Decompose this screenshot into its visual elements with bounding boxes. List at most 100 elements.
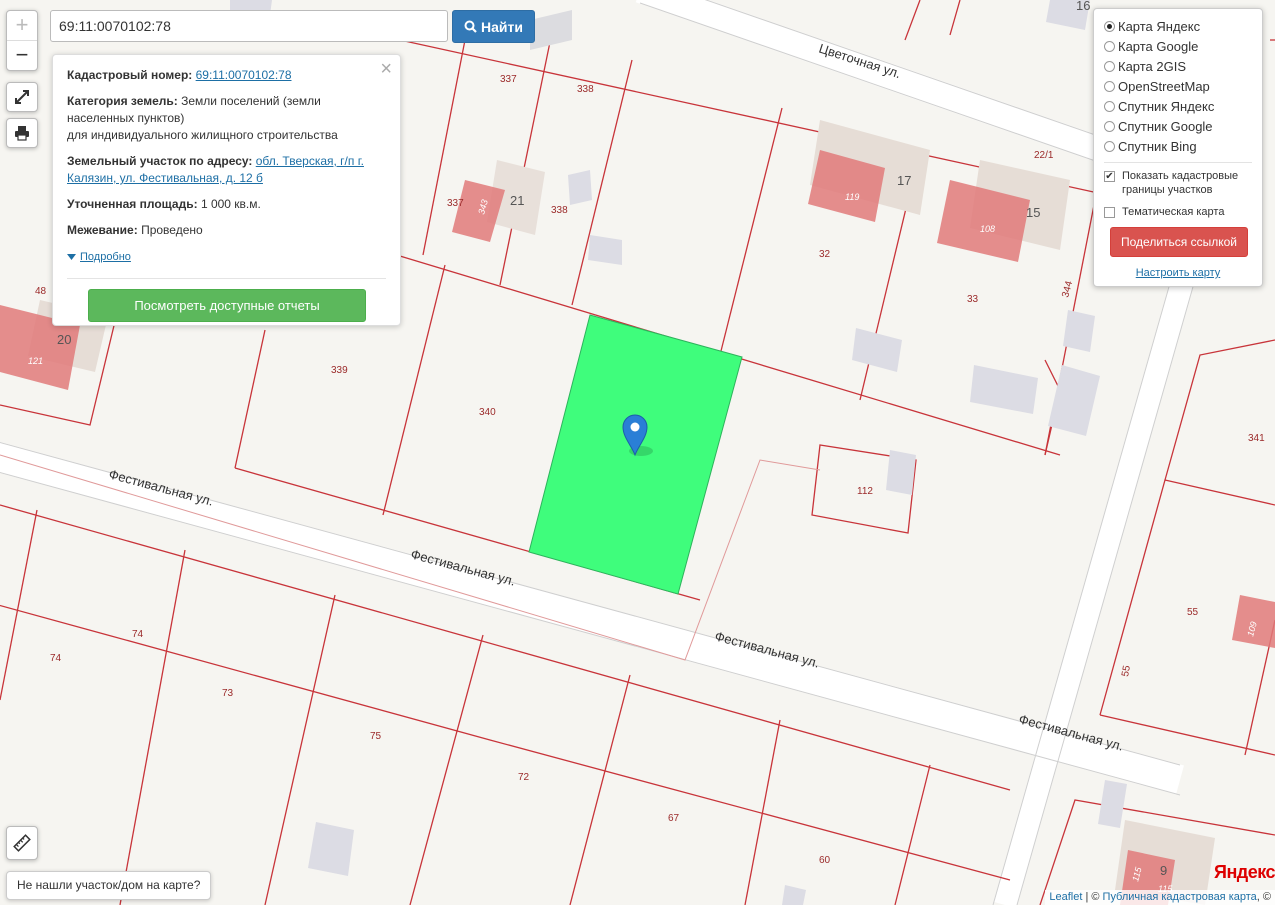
layer-option-label: Карта 2GIS bbox=[1118, 58, 1187, 74]
configure-map-link[interactable]: Настроить карту bbox=[1104, 267, 1252, 279]
land-category-label: Категория земель: bbox=[67, 94, 178, 108]
thematic-map-checkbox[interactable]: Тематическая карта bbox=[1104, 205, 1252, 219]
layer-option-google-satellite[interactable]: Спутник Google bbox=[1104, 116, 1252, 136]
area-row: Уточненная площадь: 1 000 кв.м. bbox=[67, 196, 386, 213]
svg-text:32: 32 bbox=[819, 249, 831, 260]
svg-text:344: 344 bbox=[1060, 279, 1075, 298]
layer-option-label: Спутник Bing bbox=[1118, 138, 1197, 154]
svg-text:340: 340 bbox=[479, 407, 496, 418]
layers-panel: Карта Яндекс Карта Google Карта 2GIS Ope… bbox=[1093, 8, 1263, 287]
svg-text:121: 121 bbox=[28, 356, 43, 366]
svg-text:112: 112 bbox=[857, 486, 873, 497]
layer-option-label: Спутник Google bbox=[1118, 118, 1213, 134]
land-category-row: Категория земель: Земли поселений (земли… bbox=[67, 93, 386, 144]
fullscreen-icon bbox=[15, 90, 29, 104]
fullscreen-button[interactable] bbox=[6, 82, 38, 112]
divider bbox=[1104, 162, 1252, 163]
layer-option-bing-satellite[interactable]: Спутник Bing bbox=[1104, 136, 1252, 156]
radio-button[interactable] bbox=[1104, 120, 1115, 132]
svg-text:75: 75 bbox=[370, 731, 382, 742]
show-borders-checkbox[interactable]: ✔ Показать кадастровые границы участков bbox=[1104, 169, 1252, 197]
svg-text:55: 55 bbox=[1120, 664, 1133, 677]
view-reports-button[interactable]: Посмотреть доступные отчеты bbox=[88, 288, 366, 322]
svg-text:341: 341 bbox=[1248, 433, 1265, 444]
svg-text:74: 74 bbox=[132, 629, 144, 640]
close-icon[interactable]: × bbox=[380, 59, 392, 79]
parcel-info-panel: × Кадастровый номер: 69:11:0070102:78 Ка… bbox=[52, 54, 401, 326]
layer-option-label: OpenStreetMap bbox=[1118, 78, 1210, 94]
svg-text:338: 338 bbox=[551, 205, 568, 216]
address-label: Земельный участок по адресу: bbox=[67, 154, 253, 168]
yandex-logo: Яндекс bbox=[1214, 862, 1275, 882]
area-value: 1 000 кв.м. bbox=[200, 197, 261, 211]
zoom-out-button[interactable]: − bbox=[7, 40, 37, 70]
search-button-label: Найти bbox=[481, 18, 523, 35]
pkk-link[interactable]: Публичная кадастровая карта bbox=[1103, 891, 1257, 903]
radio-button[interactable] bbox=[1104, 100, 1115, 112]
layer-option-2gis-map[interactable]: Карта 2GIS bbox=[1104, 56, 1252, 76]
svg-text:48: 48 bbox=[35, 286, 47, 297]
search-input[interactable] bbox=[50, 10, 448, 42]
checkbox-icon[interactable] bbox=[1104, 207, 1115, 218]
zoom-control: + − bbox=[6, 10, 38, 71]
svg-text:339: 339 bbox=[331, 365, 348, 376]
layer-option-google-map[interactable]: Карта Google bbox=[1104, 36, 1252, 56]
divider bbox=[67, 277, 386, 279]
layer-option-yandex-map[interactable]: Карта Яндекс bbox=[1104, 16, 1252, 36]
cadastral-number-label: Кадастровый номер: bbox=[67, 68, 193, 82]
attribution-suffix: , © bbox=[1256, 891, 1271, 903]
ruler-button[interactable] bbox=[6, 826, 38, 860]
svg-text:67: 67 bbox=[668, 813, 680, 824]
leaflet-link[interactable]: Leaflet bbox=[1049, 891, 1082, 903]
attribution-separator: | © bbox=[1082, 891, 1103, 903]
radio-button[interactable] bbox=[1104, 140, 1115, 152]
checkbox-checked-icon[interactable]: ✔ bbox=[1104, 171, 1115, 182]
layer-option-yandex-satellite[interactable]: Спутник Яндекс bbox=[1104, 96, 1252, 116]
details-label: Подробно bbox=[80, 250, 131, 263]
svg-text:33: 33 bbox=[967, 294, 979, 305]
radio-button[interactable] bbox=[1104, 60, 1115, 72]
search-icon bbox=[464, 20, 477, 33]
land-use-value: для индивидуального жилищного строительс… bbox=[67, 128, 338, 142]
radio-button[interactable] bbox=[1104, 20, 1115, 32]
layer-option-label: Карта Яндекс bbox=[1118, 18, 1201, 34]
svg-text:119: 119 bbox=[845, 192, 859, 202]
map-attribution: Leaflet | © Публичная кадастровая карта,… bbox=[1045, 890, 1275, 905]
area-label: Уточненная площадь: bbox=[67, 197, 198, 211]
svg-text:15: 15 bbox=[1026, 205, 1040, 220]
svg-text:17: 17 bbox=[897, 173, 911, 188]
svg-text:108: 108 bbox=[980, 224, 995, 234]
zoom-in-button[interactable]: + bbox=[7, 11, 37, 40]
svg-text:22/1: 22/1 bbox=[1034, 150, 1054, 161]
thematic-map-label: Тематическая карта bbox=[1122, 206, 1225, 218]
search-button[interactable]: Найти bbox=[452, 10, 535, 43]
svg-text:21: 21 bbox=[510, 193, 524, 208]
caret-down-icon bbox=[67, 254, 76, 260]
svg-text:60: 60 bbox=[819, 855, 831, 866]
svg-text:16: 16 bbox=[1076, 0, 1090, 13]
svg-text:55: 55 bbox=[1187, 607, 1199, 618]
radio-button[interactable] bbox=[1104, 40, 1115, 52]
print-button[interactable] bbox=[6, 118, 38, 148]
survey-label: Межевание: bbox=[67, 223, 138, 237]
svg-text:338: 338 bbox=[577, 84, 594, 95]
layer-option-label: Спутник Яндекс bbox=[1118, 98, 1215, 114]
details-toggle[interactable]: Подробно bbox=[67, 249, 131, 266]
svg-text:20: 20 bbox=[57, 332, 71, 347]
address-row: Земельный участок по адресу: обл. Тверск… bbox=[67, 153, 386, 187]
svg-text:9: 9 bbox=[1160, 863, 1167, 878]
survey-value: Проведено bbox=[141, 223, 203, 237]
svg-text:337: 337 bbox=[500, 74, 517, 85]
not-found-button[interactable]: Не нашли участок/дом на карте? bbox=[6, 871, 212, 900]
survey-row: Межевание: Проведено bbox=[67, 222, 386, 239]
cadastral-number-link[interactable]: 69:11:0070102:78 bbox=[196, 68, 292, 82]
svg-text:74: 74 bbox=[50, 653, 62, 664]
layer-option-osm[interactable]: OpenStreetMap bbox=[1104, 76, 1252, 96]
ruler-icon bbox=[13, 834, 31, 852]
svg-text:72: 72 bbox=[518, 772, 530, 783]
radio-button[interactable] bbox=[1104, 80, 1115, 92]
print-icon bbox=[15, 126, 29, 141]
layer-option-label: Карта Google bbox=[1118, 38, 1199, 54]
share-link-button[interactable]: Поделиться ссылкой bbox=[1110, 227, 1248, 257]
cadastral-number-row: Кадастровый номер: 69:11:0070102:78 bbox=[67, 67, 386, 84]
